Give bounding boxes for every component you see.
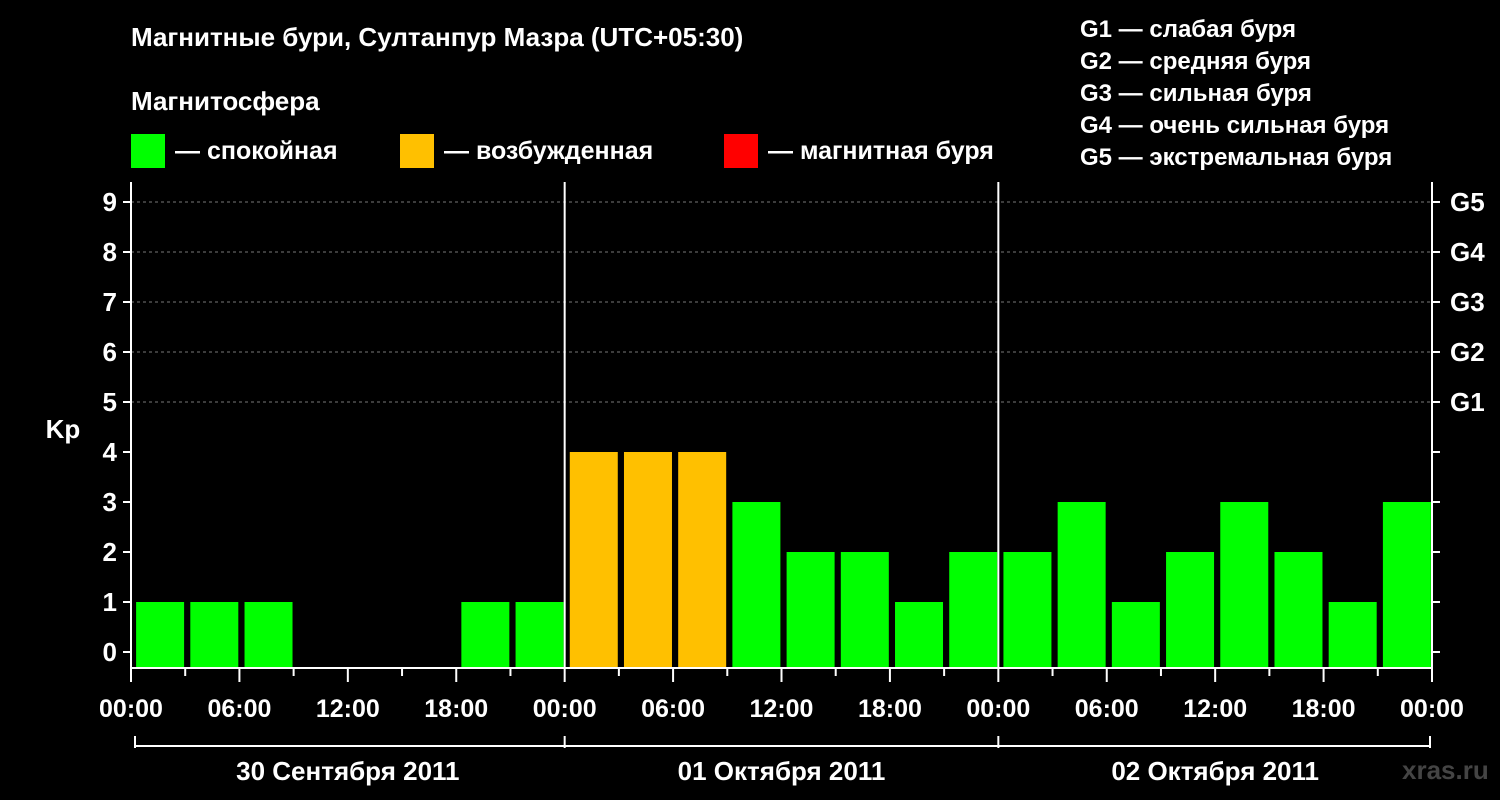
watermark: xras.ru	[1402, 755, 1489, 785]
kp-bar-chart: 0 1 2 3 4 5 6 7 8 9 G1 G2 G3 G4 G5 Kp 00:00 06:00 12:00 18:…	[46, 182, 1485, 786]
kp-bar	[1003, 552, 1052, 668]
x-tick-label: 06:00	[1075, 695, 1139, 723]
y-tick-label: 5	[103, 387, 117, 417]
day-label: 02 Октября 2011	[1111, 756, 1319, 786]
y-tick-label: 7	[103, 287, 117, 317]
x-tick-label: 12:00	[316, 695, 380, 723]
y-tick-label: 0	[103, 637, 117, 667]
kp-bar	[1328, 602, 1377, 668]
y-axis-label: Kp	[46, 414, 81, 444]
storm-level-label: G2	[1450, 337, 1485, 367]
x-tick-label: 00:00	[966, 695, 1030, 723]
y-tick-label: 9	[103, 187, 117, 217]
y-tick-label: 4	[103, 437, 118, 467]
day-label: 30 Сентября 2011	[236, 756, 459, 786]
kp-bar	[1274, 552, 1323, 668]
kp-bar	[1166, 552, 1215, 668]
x-tick-label: 00:00	[1400, 695, 1464, 723]
storm-level-label: G1	[1450, 387, 1485, 417]
x-tick-label: 12:00	[750, 695, 814, 723]
y-tick-label: 3	[103, 487, 117, 517]
kp-bar	[1382, 502, 1431, 668]
storm-level-label: G5	[1450, 187, 1485, 217]
kp-bar	[569, 452, 618, 668]
x-tick-label: 00:00	[533, 695, 597, 723]
x-tick-label: 06:00	[641, 695, 705, 723]
day-label: 01 Октября 2011	[678, 756, 886, 786]
kp-bar	[190, 602, 239, 668]
y-tick-label: 2	[103, 537, 117, 567]
kp-bar	[136, 602, 185, 668]
kp-bar	[895, 602, 944, 668]
x-tick-label: 06:00	[207, 695, 271, 723]
x-tick-label: 18:00	[1292, 695, 1356, 723]
kp-bar	[732, 502, 781, 668]
kp-bar	[461, 602, 510, 668]
kp-bar	[515, 602, 564, 668]
y-tick-label: 8	[103, 237, 117, 267]
kp-bar	[949, 552, 998, 668]
x-tick-label: 18:00	[858, 695, 922, 723]
x-tick-label: 18:00	[424, 695, 488, 723]
x-tick-label: 00:00	[99, 695, 163, 723]
storm-level-label: G3	[1450, 287, 1485, 317]
kp-bar	[1111, 602, 1160, 668]
x-tick-label: 12:00	[1183, 695, 1247, 723]
y-tick-label: 1	[103, 587, 117, 617]
kp-bar	[1220, 502, 1269, 668]
storm-level-label: G4	[1450, 237, 1485, 267]
kp-bar	[623, 452, 672, 668]
kp-bar	[678, 452, 727, 668]
kp-bar	[786, 552, 835, 668]
kp-bar	[1057, 502, 1106, 668]
kp-bar	[244, 602, 293, 668]
y-tick-label: 6	[103, 337, 117, 367]
kp-bar	[840, 552, 889, 668]
